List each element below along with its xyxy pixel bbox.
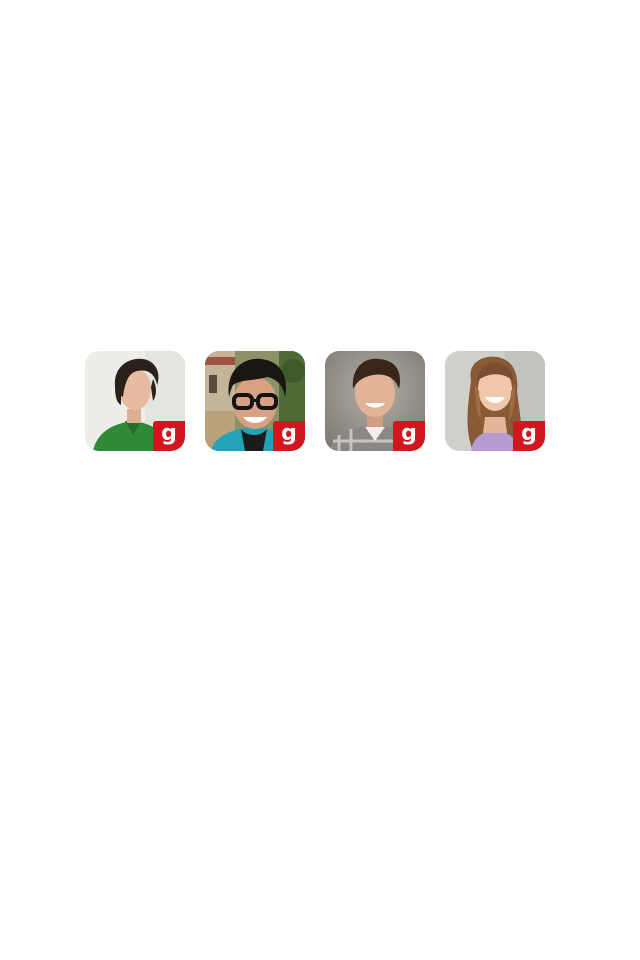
avatar-4[interactable]: g: [445, 351, 545, 451]
g-logo-icon: g: [513, 421, 545, 451]
avatar-1[interactable]: g: [85, 351, 185, 451]
g-logo-icon: g: [273, 421, 305, 451]
g-logo-icon: g: [153, 421, 185, 451]
screen: g g g g: [0, 0, 640, 960]
avatar-2[interactable]: g: [205, 351, 305, 451]
avatar-row: g g g g: [85, 351, 545, 451]
g-logo-icon: g: [393, 421, 425, 451]
avatar-3[interactable]: g: [325, 351, 425, 451]
